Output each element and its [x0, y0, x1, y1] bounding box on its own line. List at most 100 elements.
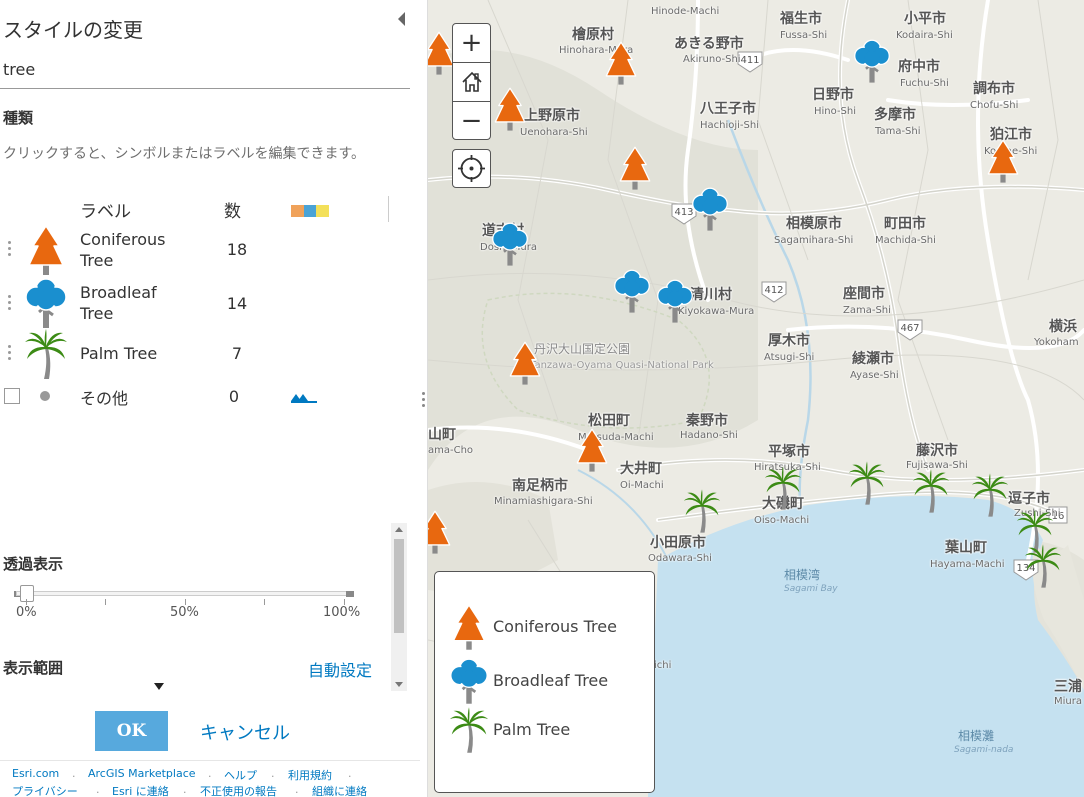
broadleaf-tree-icon [449, 657, 489, 706]
place-sublabel: Odawara-Shi [648, 553, 712, 564]
drag-handle-icon[interactable] [8, 343, 14, 363]
slider-tick [105, 599, 106, 605]
footer-separator: . [72, 767, 76, 780]
gray-dot-icon[interactable] [40, 391, 50, 401]
range-marker-icon[interactable] [154, 683, 164, 690]
other-label[interactable]: その他 [80, 385, 128, 409]
coniferous-tree-marker[interactable] [428, 509, 454, 555]
footer-link-marketplace[interactable]: ArcGIS Marketplace [88, 767, 196, 780]
place-label: 日野市 [812, 87, 854, 103]
water-label: 相模灘 [958, 729, 995, 743]
category-row-palm[interactable]: Palm Tree 7 [0, 328, 390, 380]
panel-title: スタイルの変更 [3, 18, 143, 42]
place-label: 逗子市 [1008, 491, 1050, 507]
place-label: 藤沢市 [916, 443, 958, 459]
instructions-text: クリックすると、シンボルまたはラベルを編集できます。 [3, 146, 366, 162]
palm-tree-icon[interactable] [24, 328, 68, 380]
footer-link-contact-esri[interactable]: Esri に連絡 [112, 783, 169, 797]
transparency-slider-track[interactable] [16, 591, 352, 596]
category-row-coniferous[interactable]: Coniferous Tree 18 [0, 224, 390, 276]
map-view[interactable]: 411 413 412 467 134 16 Hinode-Machi 檜原村 … [428, 0, 1084, 797]
category-label[interactable]: Coniferous Tree [80, 229, 190, 271]
home-icon [461, 71, 482, 92]
zoom-in-button[interactable]: + [453, 24, 490, 62]
coniferous-tree-marker[interactable] [573, 427, 611, 473]
place-sublabel: Fussa-Shi [780, 30, 828, 41]
category-label[interactable]: Broadleaf Tree [80, 282, 190, 324]
home-button[interactable] [453, 62, 490, 100]
transparency-slider-handle[interactable] [20, 585, 34, 602]
palm-tree-marker[interactable] [764, 465, 802, 511]
footer-link-terms[interactable]: 利用規約 [288, 767, 332, 783]
footer-link-help[interactable]: ヘルプ [224, 767, 257, 783]
divider [388, 196, 389, 222]
place-label: 相模原市 [786, 216, 842, 232]
svg-text:467: 467 [900, 323, 919, 334]
map-legend: Coniferous Tree Broadleaf Tree Palm Tree [434, 571, 655, 793]
drag-handle-icon[interactable] [8, 293, 14, 313]
place-label: 府中市 [898, 59, 940, 75]
coniferous-tree-marker[interactable] [491, 86, 529, 132]
zoom-controls: + − [452, 23, 491, 140]
visible-range-heading: 表示範囲 [3, 659, 64, 677]
place-label: 座間市 [843, 286, 885, 302]
panel-splitter[interactable] [420, 0, 428, 797]
palm-tree-marker[interactable] [912, 468, 950, 514]
zoom-out-button[interactable]: − [453, 101, 490, 139]
broadleaf-tree-marker[interactable] [656, 278, 694, 324]
auto-setting-link[interactable]: 自動設定 [308, 657, 372, 681]
broadleaf-tree-marker[interactable] [613, 268, 651, 314]
footer-link-esri[interactable]: Esri.com [12, 767, 59, 780]
swatch-color-1 [291, 205, 304, 217]
palm-tree-marker[interactable] [848, 460, 886, 506]
coniferous-tree-icon[interactable] [24, 224, 68, 276]
expand-others-icon[interactable] [290, 390, 318, 404]
route-shield: 411 [740, 55, 759, 66]
broadleaf-tree-marker[interactable] [491, 221, 529, 267]
water-sublabel: Sagami Bay [784, 584, 838, 594]
place-label: 福生市 [780, 11, 822, 27]
column-header-count: 数 [224, 202, 241, 222]
legend-label: Palm Tree [493, 720, 571, 739]
footer: Esri.com . ArcGIS Marketplace . ヘルプ . 利用… [0, 760, 420, 797]
place-sublabel: Kodaira-Shi [896, 30, 953, 41]
types-heading: 種類 [3, 109, 34, 127]
coniferous-tree-marker[interactable] [616, 145, 654, 191]
coniferous-tree-marker[interactable] [506, 340, 544, 386]
ok-button[interactable]: OK [95, 711, 168, 751]
broadleaf-tree-icon[interactable] [24, 277, 68, 329]
category-row-broadleaf[interactable]: Broadleaf Tree 14 [0, 277, 390, 329]
other-checkbox[interactable] [4, 388, 20, 404]
locate-button[interactable] [452, 149, 491, 188]
collapse-panel-arrow-icon[interactable] [398, 12, 405, 26]
place-sublabel: Hachioji-Shi [700, 120, 760, 131]
coniferous-tree-icon [452, 604, 486, 651]
scroll-up-arrow-icon[interactable] [395, 527, 403, 532]
footer-link-privacy[interactable]: プライバシー [12, 783, 78, 797]
color-ramp-swatch[interactable] [291, 205, 330, 217]
palm-tree-marker[interactable] [971, 472, 1009, 518]
coniferous-tree-marker[interactable] [984, 138, 1022, 184]
category-count: 14 [226, 294, 248, 313]
options-scrollbar[interactable] [391, 523, 407, 691]
place-label: 綾瀬市 [852, 351, 894, 367]
drag-handle-icon[interactable] [8, 239, 14, 259]
cancel-button[interactable]: キャンセル [200, 719, 290, 745]
scroll-thumb[interactable] [394, 539, 404, 633]
footer-link-contact-org[interactable]: 組織に連絡 [312, 783, 367, 797]
place-label: 葉山町 [945, 540, 987, 556]
broadleaf-tree-marker[interactable] [853, 38, 891, 84]
place-sublabel: Chofu-Shi [970, 100, 1019, 111]
footer-separator: . [271, 767, 275, 780]
palm-tree-marker[interactable] [1024, 543, 1062, 589]
coniferous-tree-marker[interactable] [602, 40, 640, 86]
place-sublabel: ama-Cho [428, 445, 474, 456]
broadleaf-tree-marker[interactable] [691, 186, 729, 232]
footer-link-report-abuse[interactable]: 不正使用の報告 [200, 783, 277, 797]
category-label[interactable]: Palm Tree [80, 343, 190, 364]
place-label: 南足柄市 [512, 478, 568, 494]
place-label: 山町 [428, 427, 456, 443]
palm-tree-marker[interactable] [683, 488, 721, 534]
place-sublabel: Ayase-Shi [850, 370, 899, 381]
scroll-down-arrow-icon[interactable] [395, 682, 403, 687]
